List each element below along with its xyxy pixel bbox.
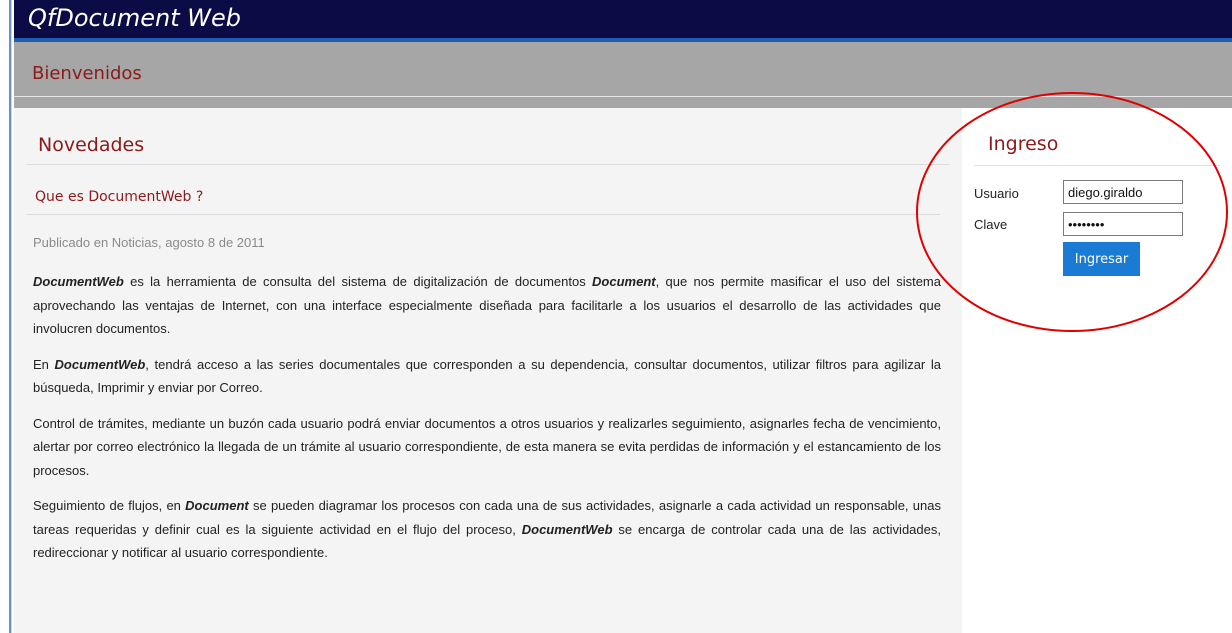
article-divider: [26, 214, 940, 215]
section-divider: [26, 164, 950, 165]
article-emphasis: DocumentWeb: [54, 356, 146, 372]
welcome-divider: [14, 96, 1232, 97]
article-paragraph: DocumentWeb es la herramienta de consult…: [33, 270, 941, 341]
login-button[interactable]: Ingresar: [1063, 242, 1140, 276]
password-label: Clave: [974, 217, 1008, 232]
welcome-title: Bienvenidos: [32, 63, 142, 84]
news-panel: Novedades Que es DocumentWeb ? Publicado…: [14, 108, 962, 633]
article-emphasis: DocumentWeb: [33, 274, 124, 289]
article-text: En: [33, 356, 55, 372]
login-title: Ingreso: [988, 133, 1059, 155]
article-emphasis: DocumentWeb: [521, 521, 613, 537]
section-title-novedades: Novedades: [38, 134, 145, 156]
article-emphasis: Document: [185, 498, 249, 513]
article-text: Control de trámites, mediante un buzón c…: [33, 415, 941, 478]
username-label: Usuario: [974, 186, 1019, 201]
login-divider: [974, 165, 1220, 166]
left-border-inner: [11, 0, 12, 633]
welcome-bar: Bienvenidos: [14, 42, 1232, 108]
article-paragraph: Control de trámites, mediante un buzón c…: [33, 412, 941, 483]
article-paragraph: En DocumentWeb, tendrá acceso a las seri…: [33, 353, 941, 400]
article-text: es la herramienta de consulta del sistem…: [123, 274, 593, 289]
article-paragraph: Seguimiento de flujos, en Document se pu…: [33, 494, 941, 565]
username-input[interactable]: [1063, 180, 1183, 204]
top-header-bar: QfDocument Web: [14, 0, 1232, 42]
article-text: Seguimiento de flujos, en: [33, 498, 186, 513]
password-input[interactable]: [1063, 212, 1183, 236]
article-text: , tendrá acceso a las series documentale…: [33, 356, 942, 396]
article-meta: Publicado en Noticias, agosto 8 de 2011: [33, 235, 265, 250]
article-title-link[interactable]: Que es DocumentWeb ?: [35, 189, 203, 205]
article-emphasis: Document: [592, 274, 656, 289]
article-body: DocumentWeb es la herramienta de consult…: [33, 270, 941, 577]
app-title: QfDocument Web: [28, 4, 242, 32]
